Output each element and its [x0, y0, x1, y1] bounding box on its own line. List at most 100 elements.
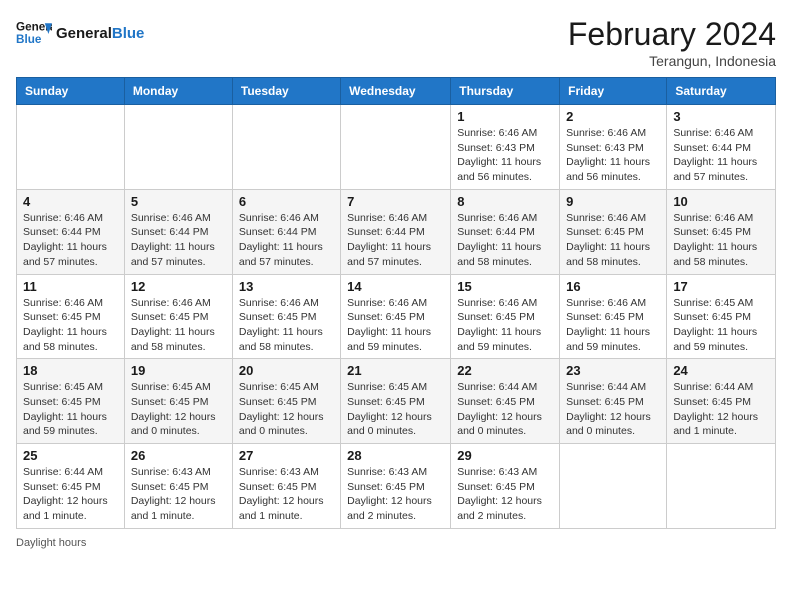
day-number: 9 — [566, 194, 660, 209]
day-number: 22 — [457, 363, 553, 378]
calendar-cell: 5Sunrise: 6:46 AMSunset: 6:44 PMDaylight… — [124, 189, 232, 274]
day-info: Sunrise: 6:45 AMSunset: 6:45 PMDaylight:… — [673, 296, 769, 355]
column-header-friday: Friday — [560, 78, 667, 105]
calendar-cell: 27 Sunrise: 6:43 AMSunset: 6:45 PMDayligh… — [232, 444, 340, 529]
day-number: 28 — [347, 448, 444, 463]
column-header-sunday: Sunday — [17, 78, 125, 105]
column-header-thursday: Thursday — [451, 78, 560, 105]
column-header-tuesday: Tuesday — [232, 78, 340, 105]
day-info: Sunrise: 6:46 AMSunset: 6:45 PMDaylight:… — [347, 296, 444, 355]
day-number: 17 — [673, 279, 769, 294]
day-number: 27 — [239, 448, 334, 463]
calendar-week-row: 1Sunrise: 6:46 AMSunset: 6:43 PMDaylight… — [17, 105, 776, 190]
logo-icon: General Blue — [16, 16, 52, 52]
day-number: 2 — [566, 109, 660, 124]
day-info: Sunrise: 6:46 AMSunset: 6:45 PMDaylight:… — [239, 296, 334, 355]
day-info: Sunrise: 6:46 AMSunset: 6:44 PMDaylight:… — [131, 211, 226, 270]
day-number: 3 — [673, 109, 769, 124]
calendar-cell: 19Sunrise: 6:45 AMSunset: 6:45 PMDayligh… — [124, 359, 232, 444]
column-header-wednesday: Wednesday — [341, 78, 451, 105]
calendar-cell: 14Sunrise: 6:46 AMSunset: 6:45 PMDayligh… — [341, 274, 451, 359]
day-info: Sunrise: 6:43 AMSunset: 6:45 PMDaylight:… — [131, 465, 226, 524]
calendar-cell: 16Sunrise: 6:46 AMSunset: 6:45 PMDayligh… — [560, 274, 667, 359]
day-info: Sunrise: 6:45 AMSunset: 6:45 PMDaylight:… — [347, 380, 444, 439]
calendar-cell: 2 Sunrise: 6:46 AMSunset: 6:43 PMDaylight… — [560, 105, 667, 190]
title-area: February 2024 Terangun, Indonesia — [568, 16, 776, 69]
day-number: 26 — [131, 448, 226, 463]
calendar-cell: 8Sunrise: 6:46 AMSunset: 6:44 PMDaylight… — [451, 189, 560, 274]
day-info: Sunrise: 6:46 AMSunset: 6:43 PMDaylight:… — [566, 126, 660, 185]
calendar-cell — [667, 444, 776, 529]
calendar-cell — [341, 105, 451, 190]
day-info: Sunrise: 6:44 AMSunset: 6:45 PMDaylight:… — [457, 380, 553, 439]
calendar-cell: 11 Sunrise: 6:46 AMSunset: 6:45 PMDayligh… — [17, 274, 125, 359]
day-number: 23 — [566, 363, 660, 378]
day-number: 10 — [673, 194, 769, 209]
day-number: 4 — [23, 194, 118, 209]
calendar-table: SundayMondayTuesdayWednesdayThursdayFrid… — [16, 77, 776, 529]
calendar-cell: 15 Sunrise: 6:46 AMSunset: 6:45 PMDayligh… — [451, 274, 560, 359]
column-header-saturday: Saturday — [667, 78, 776, 105]
column-header-monday: Monday — [124, 78, 232, 105]
day-number: 19 — [131, 363, 226, 378]
day-info: Sunrise: 6:46 AMSunset: 6:45 PMDaylight:… — [673, 211, 769, 270]
day-info: Sunrise: 6:46 AMSunset: 6:44 PMDaylight:… — [23, 211, 118, 270]
day-number: 16 — [566, 279, 660, 294]
calendar-cell: 10 Sunrise: 6:46 AMSunset: 6:45 PMDayligh… — [667, 189, 776, 274]
day-number: 7 — [347, 194, 444, 209]
calendar-cell: 28 Sunrise: 6:43 AMSunset: 6:45 PMDayligh… — [341, 444, 451, 529]
day-number: 13 — [239, 279, 334, 294]
day-number: 29 — [457, 448, 553, 463]
calendar-cell: 29Sunrise: 6:43 AMSunset: 6:45 PMDayligh… — [451, 444, 560, 529]
calendar-cell: 25Sunrise: 6:44 AMSunset: 6:45 PMDayligh… — [17, 444, 125, 529]
day-info: Sunrise: 6:44 AMSunset: 6:45 PMDaylight:… — [566, 380, 660, 439]
calendar-week-row: 18 Sunrise: 6:45 AMSunset: 6:45 PMDayligh… — [17, 359, 776, 444]
daylight-legend-label: Daylight hours — [16, 537, 86, 549]
day-info: Sunrise: 6:46 AMSunset: 6:44 PMDaylight:… — [457, 211, 553, 270]
header: General Blue GeneralBlue February 2024 T… — [16, 16, 776, 69]
calendar-cell: 13 Sunrise: 6:46 AMSunset: 6:45 PMDayligh… — [232, 274, 340, 359]
calendar-cell: 6Sunrise: 6:46 AMSunset: 6:44 PMDaylight… — [232, 189, 340, 274]
calendar-week-row: 25Sunrise: 6:44 AMSunset: 6:45 PMDayligh… — [17, 444, 776, 529]
calendar-cell: 1Sunrise: 6:46 AMSunset: 6:43 PMDaylight… — [451, 105, 560, 190]
day-info: Sunrise: 6:46 AMSunset: 6:45 PMDaylight:… — [457, 296, 553, 355]
day-info: Sunrise: 6:43 AMSunset: 6:45 PMDaylight:… — [347, 465, 444, 524]
month-year-title: February 2024 — [568, 16, 776, 53]
day-info: Sunrise: 6:44 AMSunset: 6:45 PMDaylight:… — [673, 380, 769, 439]
day-number: 11 — [23, 279, 118, 294]
day-info: Sunrise: 6:46 AMSunset: 6:44 PMDaylight:… — [347, 211, 444, 270]
calendar-cell: 18 Sunrise: 6:45 AMSunset: 6:45 PMDayligh… — [17, 359, 125, 444]
day-number: 18 — [23, 363, 118, 378]
day-number: 20 — [239, 363, 334, 378]
calendar-week-row: 11 Sunrise: 6:46 AMSunset: 6:45 PMDayligh… — [17, 274, 776, 359]
day-number: 12 — [131, 279, 226, 294]
calendar-cell: 9Sunrise: 6:46 AMSunset: 6:45 PMDaylight… — [560, 189, 667, 274]
calendar-cell: 26 Sunrise: 6:43 AMSunset: 6:45 PMDayligh… — [124, 444, 232, 529]
calendar-cell: 7 Sunrise: 6:46 AMSunset: 6:44 PMDaylight… — [341, 189, 451, 274]
day-info: Sunrise: 6:43 AMSunset: 6:45 PMDaylight:… — [239, 465, 334, 524]
calendar-cell: 12 Sunrise: 6:46 AMSunset: 6:45 PMDayligh… — [124, 274, 232, 359]
day-number: 21 — [347, 363, 444, 378]
day-info: Sunrise: 6:46 AMSunset: 6:45 PMDaylight:… — [131, 296, 226, 355]
day-number: 25 — [23, 448, 118, 463]
day-number: 15 — [457, 279, 553, 294]
svg-text:Blue: Blue — [16, 33, 42, 46]
day-number: 24 — [673, 363, 769, 378]
day-info: Sunrise: 6:46 AMSunset: 6:45 PMDaylight:… — [23, 296, 118, 355]
calendar-cell — [124, 105, 232, 190]
calendar-cell: 23 Sunrise: 6:44 AMSunset: 6:45 PMDayligh… — [560, 359, 667, 444]
calendar-cell: 4 Sunrise: 6:46 AMSunset: 6:44 PMDaylight… — [17, 189, 125, 274]
day-info: Sunrise: 6:46 AMSunset: 6:44 PMDaylight:… — [673, 126, 769, 185]
calendar-cell: 17 Sunrise: 6:45 AMSunset: 6:45 PMDayligh… — [667, 274, 776, 359]
calendar-cell — [560, 444, 667, 529]
day-info: Sunrise: 6:46 AMSunset: 6:43 PMDaylight:… — [457, 126, 553, 185]
calendar-week-row: 4 Sunrise: 6:46 AMSunset: 6:44 PMDaylight… — [17, 189, 776, 274]
day-info: Sunrise: 6:45 AMSunset: 6:45 PMDaylight:… — [239, 380, 334, 439]
day-number: 6 — [239, 194, 334, 209]
location-subtitle: Terangun, Indonesia — [568, 53, 776, 69]
legend-area: Daylight hours — [16, 537, 776, 549]
day-info: Sunrise: 6:45 AMSunset: 6:45 PMDaylight:… — [23, 380, 118, 439]
calendar-cell — [17, 105, 125, 190]
calendar-cell: 3 Sunrise: 6:46 AMSunset: 6:44 PMDaylight… — [667, 105, 776, 190]
calendar-cell: 24 Sunrise: 6:44 AMSunset: 6:45 PMDayligh… — [667, 359, 776, 444]
